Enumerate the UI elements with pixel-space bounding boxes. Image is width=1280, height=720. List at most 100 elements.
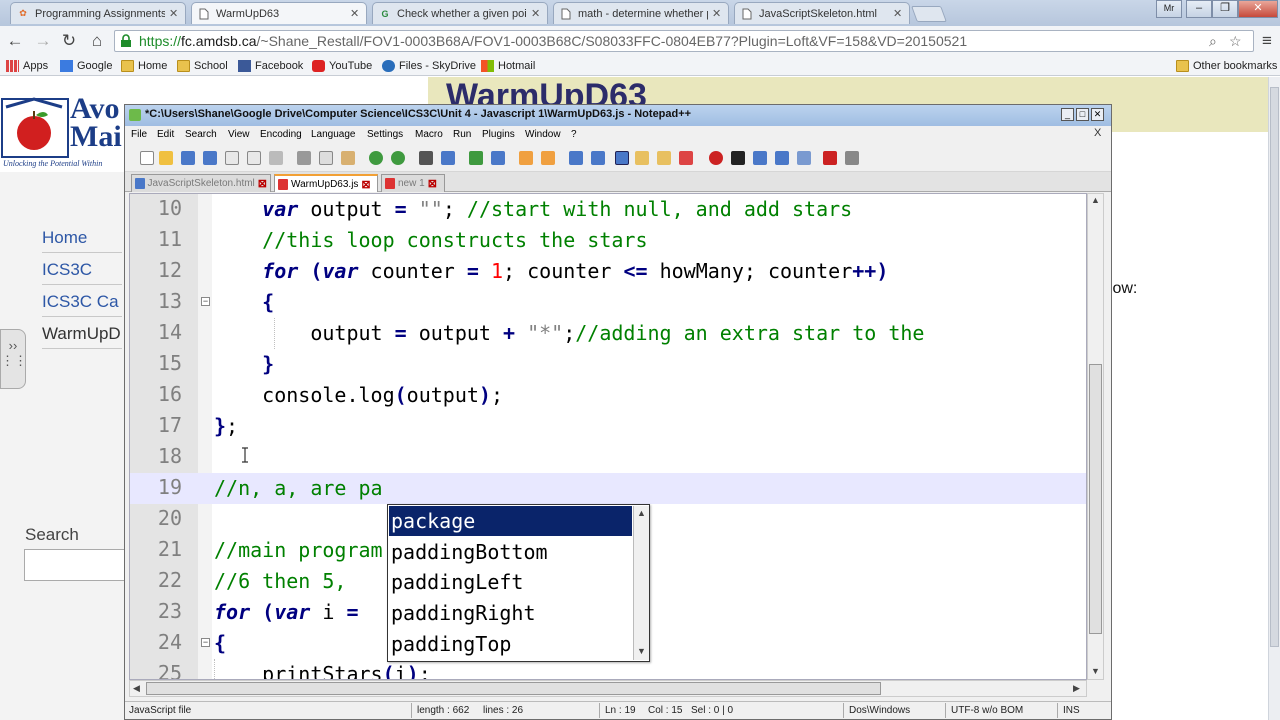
page-scrollbar-thumb[interactable] [1270,87,1279,647]
editor-vertical-thumb[interactable] [1089,364,1102,634]
menu-language[interactable]: Language [311,129,356,140]
show-all-chars-icon[interactable] [591,151,605,165]
doc-tab[interactable]: JavaScriptSkeleton.html ⊠ [131,174,271,192]
menu-help[interactable]: ? [571,129,577,140]
tab-close-icon[interactable]: ✕ [169,7,179,20]
sync-horizontal-icon[interactable] [541,151,555,165]
user-badge[interactable]: Mr [1156,0,1182,18]
autocomplete-scrollbar[interactable]: ▲ ▼ [633,506,649,660]
print-icon[interactable] [269,151,283,165]
function-list-icon[interactable] [679,151,693,165]
bookmark-google[interactable]: Google [60,58,112,74]
new-file-icon[interactable] [140,151,154,165]
redo-icon[interactable] [391,151,405,165]
bookmark-other[interactable]: Other bookmarks [1176,58,1277,74]
paste-icon[interactable] [341,151,355,165]
scroll-down-arrow-icon[interactable]: ▼ [637,646,646,656]
npp-minimize-button[interactable]: _ [1061,108,1074,121]
menu-icon[interactable]: ≡ [1256,31,1278,51]
tab-close-icon[interactable]: ⊠ [361,178,370,191]
scroll-up-arrow-icon[interactable]: ▲ [637,508,646,518]
autocomplete-item[interactable]: paddingTop [389,629,632,659]
fold-toggle[interactable]: − [201,297,210,306]
nav-link-warmup[interactable]: WarmUpD [42,324,121,344]
editor-horizontal-thumb[interactable] [146,682,881,695]
reload-button[interactable]: ↻ [58,31,80,51]
search-icon[interactable]: ⌕ [1209,33,1217,50]
npp-maximize-button[interactable]: □ [1076,108,1089,121]
editor-horizontal-scrollbar[interactable]: ◀ ▶ [129,680,1087,697]
close-all-icon[interactable] [247,151,261,165]
close-file-icon[interactable] [225,151,239,165]
zoom-in-icon[interactable] [469,151,483,165]
menu-settings[interactable]: Settings [367,129,403,140]
zoom-out-icon[interactable] [491,151,505,165]
open-file-icon[interactable] [159,151,173,165]
npp-title-bar[interactable]: *C:\Users\Shane\Google Drive\Computer Sc… [125,105,1111,126]
autocomplete-item[interactable]: paddingRight [389,598,632,628]
save-all-icon[interactable] [203,151,217,165]
browser-tab[interactable]: JavaScriptSkeleton.html ✕ [734,2,910,24]
menu-edit[interactable]: Edit [157,129,174,140]
page-scrollbar[interactable] [1268,77,1280,720]
menu-macro[interactable]: Macro [415,129,443,140]
tab-close-icon[interactable]: ✕ [893,7,903,20]
run-macro-multiple-icon[interactable] [775,151,789,165]
scroll-up-arrow-icon[interactable]: ▲ [1091,195,1100,205]
menu-search[interactable]: Search [185,129,217,140]
bookmark-facebook[interactable]: Facebook [238,58,303,74]
folder-as-workspace-icon[interactable] [635,151,649,165]
sidebar-toggle-button[interactable]: ›› ⋮⋮ [0,329,27,389]
bookmark-skydrive[interactable]: Files - SkyDrive [382,58,476,74]
close-document-button[interactable]: X [1094,127,1101,139]
menu-window[interactable]: Window [525,129,561,140]
menu-file[interactable]: File [131,129,147,140]
undo-icon[interactable] [369,151,383,165]
nav-link-ics3c[interactable]: ICS3C [42,260,92,280]
close-window-button[interactable]: ✕ [1238,0,1278,18]
new-tab-button[interactable] [911,6,947,22]
npp-close-button[interactable]: ✕ [1091,108,1104,121]
tab-close-icon[interactable]: ⊠ [258,177,267,190]
bookmark-school[interactable]: School [177,58,228,74]
nav-link-ics3c-calendar[interactable]: ICS3C Ca [42,292,119,312]
word-wrap-icon[interactable] [569,151,583,165]
browser-tab-active[interactable]: WarmUpD63 ✕ [191,2,367,24]
home-button[interactable]: ⌂ [86,31,108,51]
autocomplete-item-selected[interactable]: package [389,506,632,536]
record-macro-icon[interactable] [709,151,723,165]
fold-toggle[interactable]: − [201,638,210,647]
minimize-button[interactable]: – [1186,0,1212,18]
tab-close-icon[interactable]: ✕ [712,7,722,20]
nav-link-home[interactable]: Home [42,228,87,248]
document-map-icon[interactable] [657,151,671,165]
cut-icon[interactable] [297,151,311,165]
play-macro-icon[interactable] [753,151,767,165]
indent-guide-icon[interactable] [615,151,629,165]
plugin-tool-icon[interactable] [845,151,859,165]
spell-check-icon[interactable] [823,151,837,165]
restore-button[interactable]: ❐ [1212,0,1238,18]
autocomplete-item[interactable]: paddingBottom [389,537,632,567]
doc-tab-active[interactable]: WarmUpD63.js ⊠ [274,174,378,192]
editor-vertical-scrollbar[interactable]: ▲ ▼ [1087,193,1104,680]
tab-close-icon[interactable]: ✕ [350,7,360,20]
save-icon[interactable] [181,151,195,165]
bookmark-youtube[interactable]: YouTube [312,58,372,74]
tab-close-icon[interactable]: ⊠ [428,177,437,190]
bookmark-home[interactable]: Home [121,58,167,74]
bookmark-apps[interactable]: Apps [6,58,48,74]
autocomplete-list[interactable]: package paddingBottom paddingLeft paddin… [387,504,650,662]
save-macro-icon[interactable] [797,151,811,165]
browser-tab[interactable]: ✿ Programming Assignments In ✕ [10,2,186,24]
menu-run[interactable]: Run [453,129,471,140]
address-bar[interactable]: https://fc.amdsb.ca/~Shane_Restall/FOV1-… [114,30,1254,52]
stop-macro-icon[interactable] [731,151,745,165]
scroll-down-arrow-icon[interactable]: ▼ [1091,666,1100,676]
browser-tab[interactable]: G Check whether a given point ✕ [372,2,548,24]
doc-tab[interactable]: new 1 ⊠ [381,174,445,192]
browser-tab[interactable]: math - determine whether p ✕ [553,2,729,24]
scroll-left-arrow-icon[interactable]: ◀ [133,683,140,694]
copy-icon[interactable] [319,151,333,165]
back-button[interactable]: ← [4,31,26,51]
